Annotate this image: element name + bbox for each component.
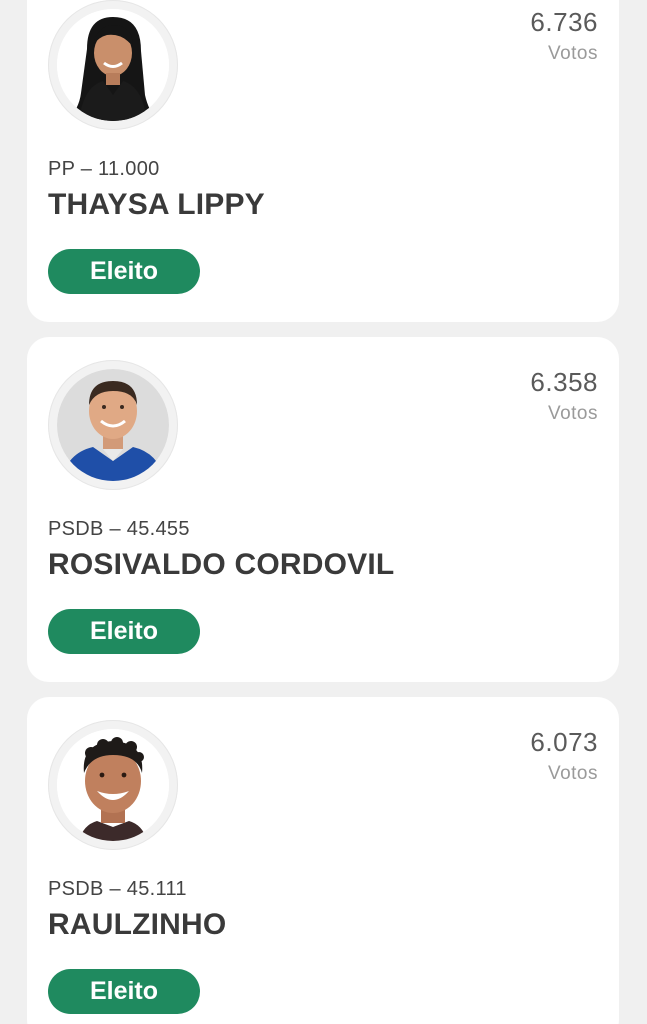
status-badge: Eleito xyxy=(48,969,200,1014)
party-number: PP – 11.000 xyxy=(48,158,160,180)
candidate-card[interactable]: 6.736 Votos PP – 11.000 THAYSA LIPPY Ele… xyxy=(27,0,619,322)
avatar-ring xyxy=(48,0,178,130)
vote-count: 6.358 xyxy=(530,367,598,397)
vote-count-block: 6.736 Votos xyxy=(530,7,598,67)
candidate-photo xyxy=(57,369,169,481)
vote-label: Votos xyxy=(547,43,598,64)
vote-count: 6.736 xyxy=(530,7,598,37)
candidate-photo xyxy=(57,9,169,121)
avatar-ring xyxy=(48,720,178,850)
avatar xyxy=(57,369,169,481)
candidate-list: 6.736 Votos PP – 11.000 THAYSA LIPPY Ele… xyxy=(0,0,647,1024)
avatar-ring xyxy=(48,360,178,490)
avatar xyxy=(57,729,169,841)
candidate-card[interactable]: 6.073 Votos PSDB – 45.111 RAULZINHO Elei… xyxy=(27,697,619,1024)
candidate-photo xyxy=(57,729,169,841)
status-badge: Eleito xyxy=(48,609,200,654)
candidate-name: RAULZINHO xyxy=(48,908,227,941)
vote-label: Votos xyxy=(547,763,598,784)
candidate-name: ROSIVALDO CORDOVIL xyxy=(48,548,395,581)
party-number: PSDB – 45.455 xyxy=(48,518,190,540)
vote-label: Votos xyxy=(547,403,598,424)
vote-count: 6.073 xyxy=(530,727,598,757)
candidate-card[interactable]: 6.358 Votos PSDB – 45.455 ROSIVALDO CORD… xyxy=(27,337,619,682)
status-badge: Eleito xyxy=(48,249,200,294)
avatar xyxy=(57,9,169,121)
candidate-name: THAYSA LIPPY xyxy=(48,188,265,221)
vote-count-block: 6.073 Votos xyxy=(530,727,598,787)
party-number: PSDB – 45.111 xyxy=(48,878,187,900)
vote-count-block: 6.358 Votos xyxy=(530,367,598,427)
